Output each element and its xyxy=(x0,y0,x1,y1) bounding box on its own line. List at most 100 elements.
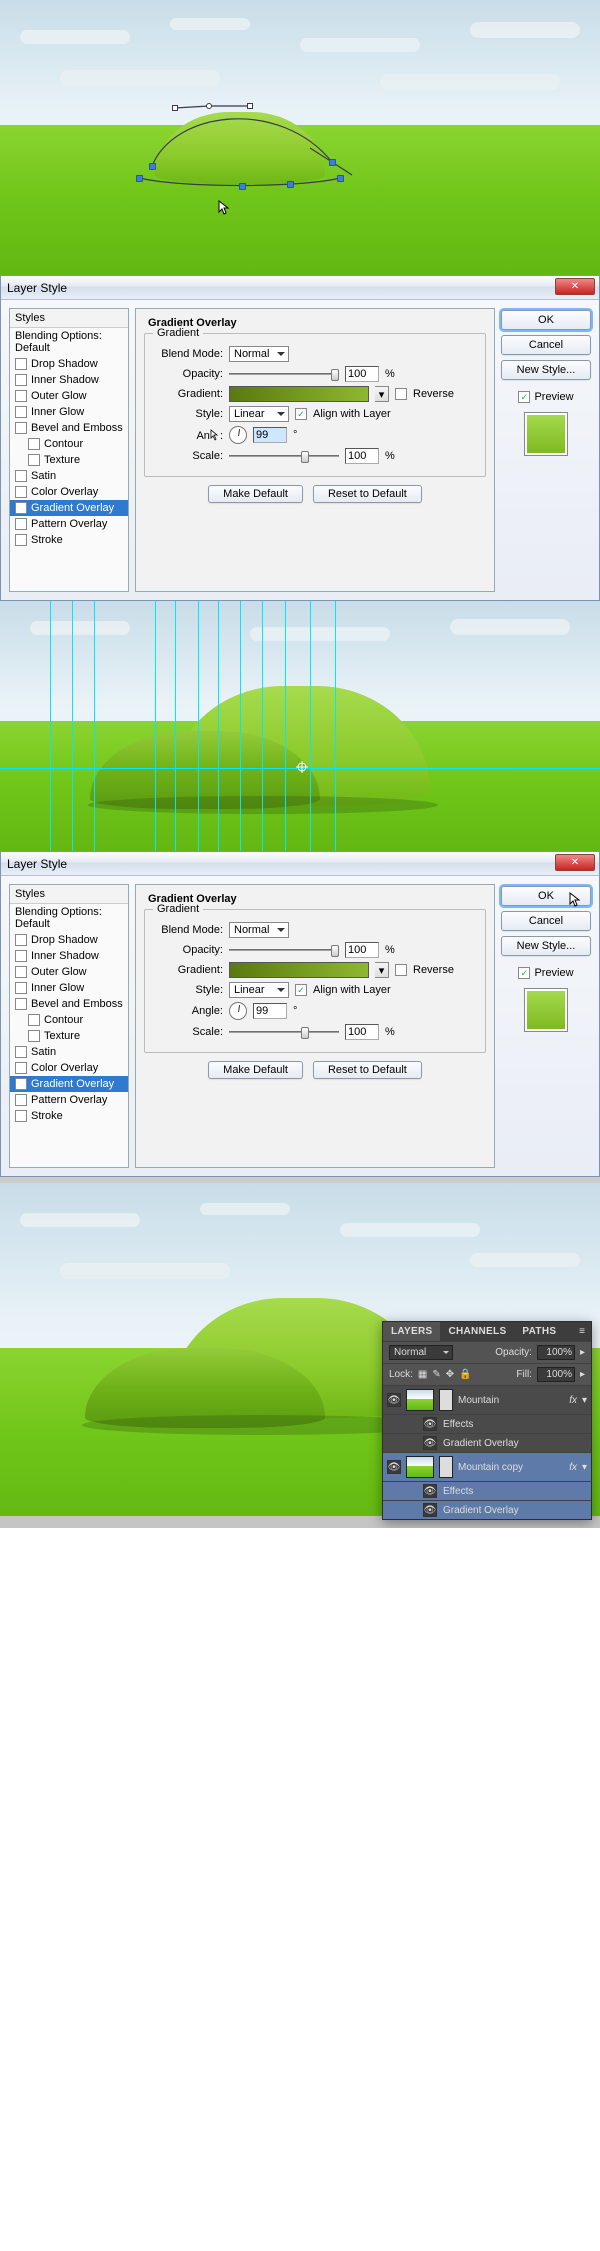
checkbox[interactable] xyxy=(15,406,27,418)
layer-thumbnail[interactable] xyxy=(406,1389,434,1411)
style-contour[interactable]: Contour xyxy=(10,1012,128,1028)
gradient-preview[interactable] xyxy=(229,386,369,402)
gradient-picker-dropdown[interactable]: ▾ xyxy=(375,386,389,402)
blend-mode-select[interactable]: Normal xyxy=(229,922,289,938)
fill-value[interactable]: 100% xyxy=(537,1367,575,1382)
vector-mask-thumbnail[interactable] xyxy=(439,1456,453,1478)
style-outer-glow[interactable]: Outer Glow xyxy=(10,964,128,980)
vertical-guide[interactable] xyxy=(310,601,311,851)
style-drop-shadow[interactable]: Drop Shadow xyxy=(10,932,128,948)
visibility-toggle[interactable]: 👁 xyxy=(423,1417,437,1431)
opacity-slider[interactable] xyxy=(229,943,339,957)
vertical-guide[interactable] xyxy=(50,601,51,851)
visibility-toggle[interactable]: 👁 xyxy=(387,1393,401,1407)
vertical-guide[interactable] xyxy=(94,601,95,851)
style-bevel-emboss[interactable]: Bevel and Emboss xyxy=(10,996,128,1012)
style-inner-glow[interactable]: Inner Glow xyxy=(10,980,128,996)
checkbox[interactable] xyxy=(15,1110,27,1122)
style-stroke[interactable]: Stroke xyxy=(10,532,128,548)
anchor-point[interactable] xyxy=(239,183,246,190)
new-style-button[interactable]: New Style... xyxy=(501,936,591,956)
vector-mask-thumbnail[interactable] xyxy=(439,1389,453,1411)
lock-all-icon[interactable]: 🔒 xyxy=(459,1369,471,1380)
vertical-guide[interactable] xyxy=(175,601,176,851)
checkbox[interactable] xyxy=(15,486,27,498)
checkbox-checked[interactable]: ✓ xyxy=(15,1078,27,1090)
gradient-style-select[interactable]: Linear xyxy=(229,406,289,422)
style-inner-shadow[interactable]: Inner Shadow xyxy=(10,372,128,388)
checkbox[interactable] xyxy=(15,966,27,978)
chevron-right-icon[interactable]: ▸ xyxy=(580,1369,585,1380)
panel-menu-icon[interactable]: ≡ xyxy=(573,1322,591,1341)
anchor-point[interactable] xyxy=(337,175,344,182)
ok-button[interactable]: OK xyxy=(501,310,591,330)
preview-checkbox[interactable]: ✓ xyxy=(518,967,530,979)
reverse-checkbox[interactable] xyxy=(395,388,407,400)
vertical-guide[interactable] xyxy=(335,601,336,851)
checkbox[interactable] xyxy=(15,470,27,482)
vertical-guide[interactable] xyxy=(240,601,241,851)
layer-row-mountain-copy[interactable]: 👁 Mountain copy fx ▾ xyxy=(383,1452,591,1481)
angle-dial[interactable] xyxy=(229,426,247,444)
align-checkbox[interactable]: ✓ xyxy=(295,408,307,420)
visibility-toggle[interactable]: 👁 xyxy=(423,1484,437,1498)
reset-default-button[interactable]: Reset to Default xyxy=(313,485,422,503)
anchor-point[interactable] xyxy=(206,103,212,109)
visibility-toggle[interactable]: 👁 xyxy=(423,1503,437,1517)
style-color-overlay[interactable]: Color Overlay xyxy=(10,1060,128,1076)
styles-header[interactable]: Styles xyxy=(10,885,128,904)
collapse-effects-icon[interactable]: ▾ xyxy=(582,1462,587,1473)
opacity-value[interactable]: 100% xyxy=(537,1345,575,1360)
style-inner-glow[interactable]: Inner Glow xyxy=(10,404,128,420)
layer-name[interactable]: Mountain xyxy=(458,1395,499,1406)
checkbox-checked[interactable]: ✓ xyxy=(15,502,27,514)
style-stroke[interactable]: Stroke xyxy=(10,1108,128,1124)
checkbox[interactable] xyxy=(15,374,27,386)
layer-thumbnail[interactable] xyxy=(406,1456,434,1478)
style-satin[interactable]: Satin xyxy=(10,1044,128,1060)
title-bar[interactable]: Layer Style ✕ xyxy=(1,276,599,300)
tab-channels[interactable]: CHANNELS xyxy=(440,1322,514,1341)
checkbox[interactable] xyxy=(15,358,27,370)
visibility-toggle[interactable]: 👁 xyxy=(387,1460,401,1474)
anchor-point[interactable] xyxy=(149,163,156,170)
direction-point[interactable] xyxy=(172,105,178,111)
close-button[interactable]: ✕ xyxy=(555,854,595,871)
effects-row[interactable]: 👁Effects xyxy=(383,1414,591,1433)
gradient-picker-dropdown[interactable]: ▾ xyxy=(375,962,389,978)
style-bevel-emboss[interactable]: Bevel and Emboss xyxy=(10,420,128,436)
scale-input[interactable]: 100 xyxy=(345,1024,379,1040)
opacity-input[interactable]: 100 xyxy=(345,942,379,958)
checkbox[interactable] xyxy=(15,422,27,434)
effect-gradient-overlay-row[interactable]: 👁Gradient Overlay xyxy=(383,1433,591,1452)
style-satin[interactable]: Satin xyxy=(10,468,128,484)
vertical-guide[interactable] xyxy=(72,601,73,851)
preview-checkbox[interactable]: ✓ xyxy=(518,391,530,403)
tab-paths[interactable]: PATHS xyxy=(514,1322,564,1341)
opacity-slider[interactable] xyxy=(229,367,339,381)
visibility-toggle[interactable]: 👁 xyxy=(423,1436,437,1450)
opacity-input[interactable]: 100 xyxy=(345,366,379,382)
vertical-guide[interactable] xyxy=(285,601,286,851)
style-gradient-overlay[interactable]: ✓Gradient Overlay xyxy=(10,1076,128,1092)
vertical-guide[interactable] xyxy=(155,601,156,851)
close-button[interactable]: ✕ xyxy=(555,278,595,295)
scale-slider[interactable] xyxy=(229,449,339,463)
angle-input[interactable]: 99 xyxy=(253,1003,287,1019)
checkbox[interactable] xyxy=(15,1062,27,1074)
cancel-button[interactable]: Cancel xyxy=(501,335,591,355)
angle-dial[interactable] xyxy=(229,1002,247,1020)
collapse-effects-icon[interactable]: ▾ xyxy=(582,1395,587,1406)
scale-slider[interactable] xyxy=(229,1025,339,1039)
layer-row-mountain[interactable]: 👁 Mountain fx ▾ xyxy=(383,1385,591,1414)
style-outer-glow[interactable]: Outer Glow xyxy=(10,388,128,404)
effects-row[interactable]: 👁Effects xyxy=(383,1481,591,1500)
reverse-checkbox[interactable] xyxy=(395,964,407,976)
vertical-guide[interactable] xyxy=(198,601,199,851)
tab-layers[interactable]: LAYERS xyxy=(383,1322,440,1341)
angle-input[interactable]: 99 xyxy=(253,427,287,443)
fx-badge[interactable]: fx xyxy=(569,1462,577,1473)
gradient-preview[interactable] xyxy=(229,962,369,978)
layer-name[interactable]: Mountain copy xyxy=(458,1462,523,1473)
make-default-button[interactable]: Make Default xyxy=(208,485,303,503)
